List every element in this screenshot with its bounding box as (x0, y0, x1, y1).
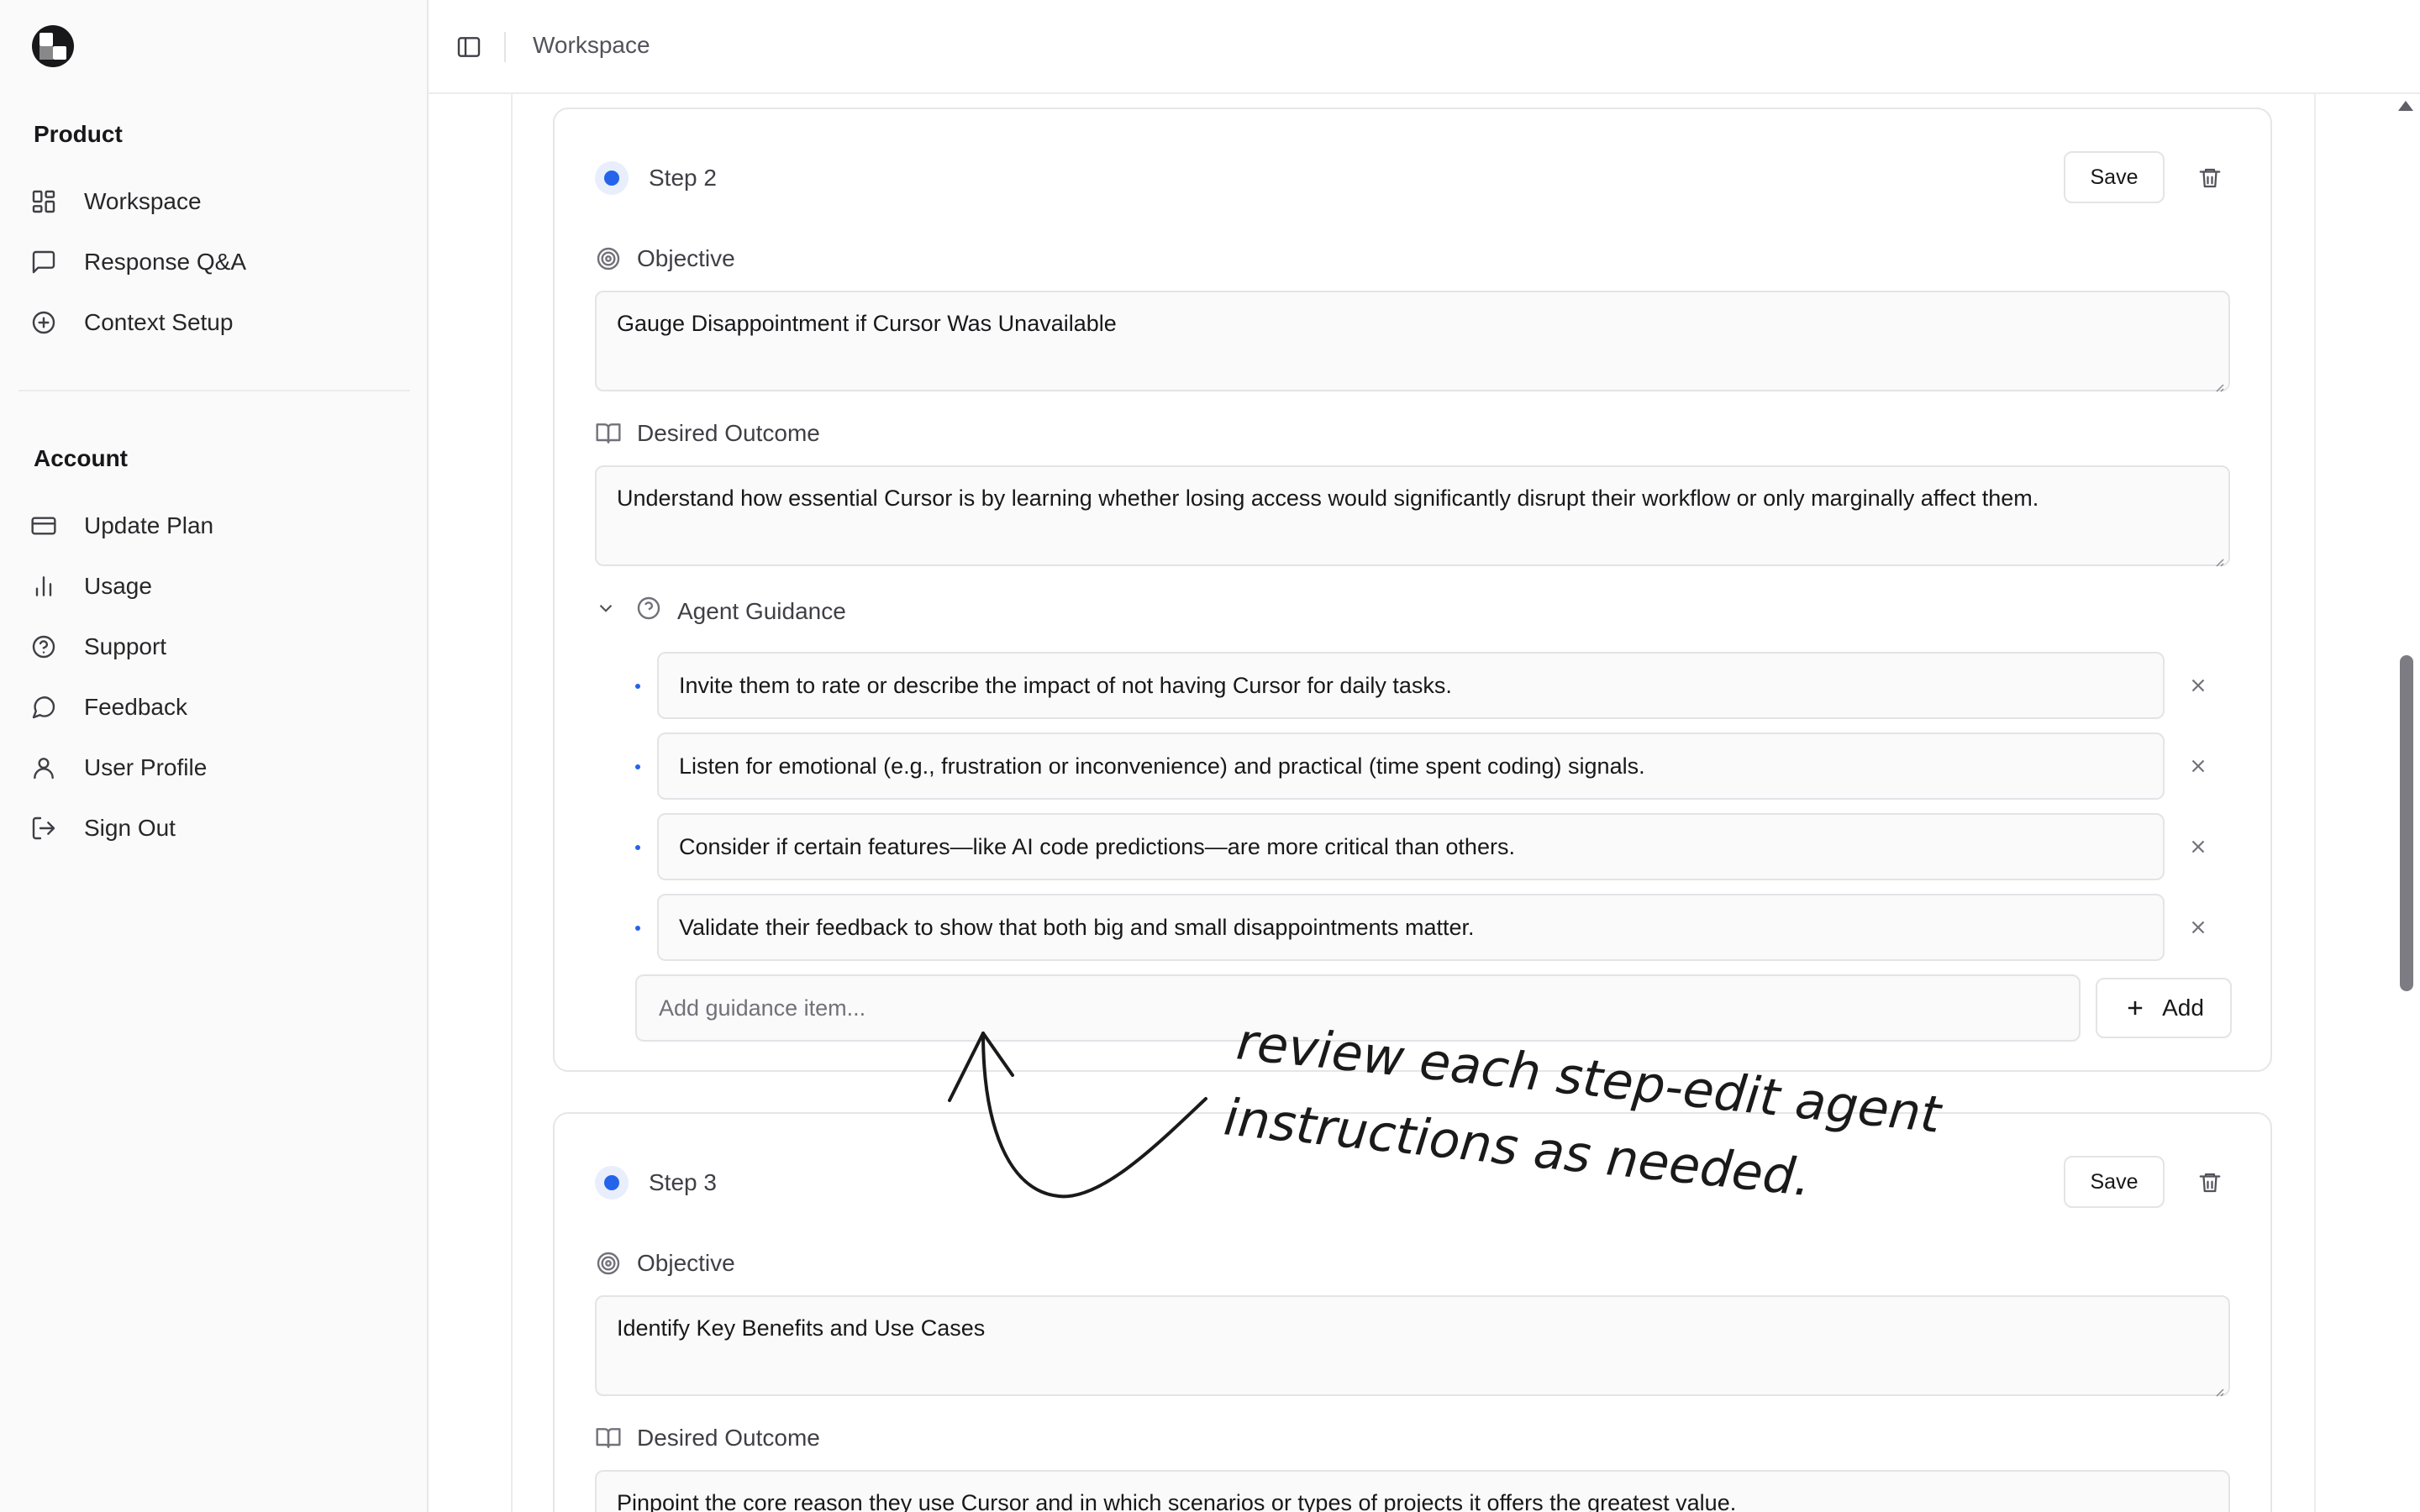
book-open-icon (596, 423, 621, 444)
guidance-item: Consider if certain features—like AI cod… (635, 813, 2232, 880)
guidance-item-field[interactable]: Consider if certain features—like AI cod… (657, 813, 2165, 880)
remove-guidance-button[interactable] (2181, 830, 2215, 864)
sidebar-item-label: Update Plan (84, 512, 214, 538)
plus-icon (2128, 1000, 2143, 1016)
save-button[interactable]: Save (2064, 1156, 2165, 1208)
layout-grid-icon (17, 188, 67, 215)
main-content: Step 2 Save Objective Gauge Disappointme… (429, 94, 2420, 1512)
sidebar-item-label: Sign Out (84, 815, 176, 841)
sidebar-divider (18, 390, 410, 391)
content-right-border (2314, 94, 2316, 1512)
step-card-3: Step 3 Save Objective Identify Key Benef… (553, 1112, 2272, 1512)
desired-outcome-textarea[interactable]: Pinpoint the core reason they use Cursor… (595, 1470, 2230, 1512)
objective-label: Objective (595, 245, 735, 272)
bullet-dot (635, 926, 640, 931)
add-guidance-button[interactable]: Add (2096, 978, 2232, 1038)
delete-step-button[interactable] (2188, 1161, 2232, 1205)
sidebar-item-response-qa[interactable]: Response Q&A (17, 237, 412, 287)
sidebar-item-workspace[interactable]: Workspace (17, 176, 412, 227)
add-guidance-input[interactable]: Add guidance item... (635, 974, 2081, 1042)
header-divider (504, 32, 506, 62)
close-icon (2191, 759, 2205, 773)
sidebar-item-label: Support (84, 633, 167, 659)
close-icon (2191, 679, 2205, 692)
sidebar-item-label: Feedback (84, 694, 187, 720)
guidance-item: Listen for emotional (e.g., frustration … (635, 732, 2232, 800)
scrollbar-thumb (2400, 655, 2413, 991)
resize-handle-icon (2212, 373, 2225, 392)
sidebar-item-sign-out[interactable]: Sign Out (17, 803, 412, 853)
message-square-icon (17, 249, 67, 276)
sidebar-item-feedback[interactable]: Feedback (17, 682, 412, 732)
book-open-icon (596, 1428, 621, 1448)
step-title: Step 3 (649, 1169, 717, 1195)
desired-outcome-label: Desired Outcome (595, 420, 820, 447)
remove-guidance-button[interactable] (2181, 911, 2215, 944)
user-icon (17, 754, 67, 781)
log-out-icon (17, 815, 67, 842)
panel-left-icon (457, 37, 481, 57)
remove-guidance-button[interactable] (2181, 669, 2215, 702)
content-left-border (511, 94, 513, 1512)
delete-step-button[interactable] (2188, 156, 2232, 200)
desired-outcome-textarea[interactable]: Understand how essential Cursor is by le… (595, 465, 2230, 567)
bullet-dot (635, 684, 640, 689)
top-header: Workspace (429, 0, 2420, 94)
message-circle-icon (17, 694, 67, 721)
step-title: Step 2 (649, 165, 717, 191)
step-card-2: Step 2 Save Objective Gauge Disappointme… (553, 108, 2272, 1072)
help-circle-icon (635, 595, 662, 627)
sidebar-section-product: Product (34, 121, 123, 147)
sidebar-item-update-plan[interactable]: Update Plan (17, 501, 412, 551)
objective-textarea[interactable]: Identify Key Benefits and Use Cases (595, 1295, 2230, 1397)
objective-label: Objective (595, 1250, 735, 1277)
bullet-dot (635, 845, 640, 850)
scroll-up-arrow-icon (2398, 101, 2413, 111)
help-circle-icon (17, 633, 67, 660)
save-button[interactable]: Save (2064, 151, 2165, 203)
desired-outcome-label: Desired Outcome (595, 1425, 820, 1452)
guidance-item-field[interactable]: Listen for emotional (e.g., frustration … (657, 732, 2165, 800)
sidebar: Product Workspace Response Q&A Context S… (0, 0, 429, 1512)
scrollbar[interactable] (2393, 94, 2420, 1512)
guidance-item: Validate their feedback to show that bot… (635, 894, 2232, 961)
step-status-dot[interactable] (595, 1166, 629, 1200)
trash-icon (2199, 1173, 2221, 1193)
sidebar-item-label: Workspace (84, 188, 202, 214)
chevron-down-icon (595, 597, 617, 625)
target-icon (597, 247, 620, 270)
trash-icon (2199, 168, 2221, 188)
close-icon (2191, 921, 2205, 934)
sidebar-item-label: Response Q&A (84, 249, 246, 275)
remove-guidance-button[interactable] (2181, 749, 2215, 783)
sidebar-item-label: User Profile (84, 754, 208, 780)
app: Product Workspace Response Q&A Context S… (0, 0, 2420, 1512)
sidebar-item-usage[interactable]: Usage (17, 561, 412, 612)
breadcrumb[interactable]: Workspace (533, 32, 650, 59)
step-status-dot[interactable] (595, 161, 629, 195)
app-logo[interactable] (32, 25, 74, 67)
credit-card-icon (17, 512, 67, 539)
plus-circle-icon (17, 309, 67, 336)
agent-guidance-toggle[interactable]: Agent Guidance (595, 595, 846, 627)
target-icon (597, 1252, 620, 1275)
sidebar-item-support[interactable]: Support (17, 622, 412, 672)
guidance-item-field[interactable]: Validate their feedback to show that bot… (657, 894, 2165, 961)
objective-textarea[interactable]: Gauge Disappointment if Cursor Was Unava… (595, 291, 2230, 392)
sidebar-item-label: Usage (84, 573, 152, 599)
sidebar-section-account: Account (34, 445, 128, 471)
resize-handle-icon (2212, 1378, 2225, 1397)
guidance-item-field[interactable]: Invite them to rate or describe the impa… (657, 652, 2165, 719)
sidebar-item-label: Context Setup (84, 309, 234, 335)
sidebar-item-user-profile[interactable]: User Profile (17, 743, 412, 793)
close-icon (2191, 840, 2205, 853)
guidance-item: Invite them to rate or describe the impa… (635, 652, 2232, 719)
sidebar-toggle-button[interactable] (452, 30, 486, 64)
bullet-dot (635, 764, 640, 769)
resize-handle-icon (2212, 548, 2225, 567)
bar-chart-icon (17, 573, 67, 600)
sidebar-item-context-setup[interactable]: Context Setup (17, 297, 412, 348)
